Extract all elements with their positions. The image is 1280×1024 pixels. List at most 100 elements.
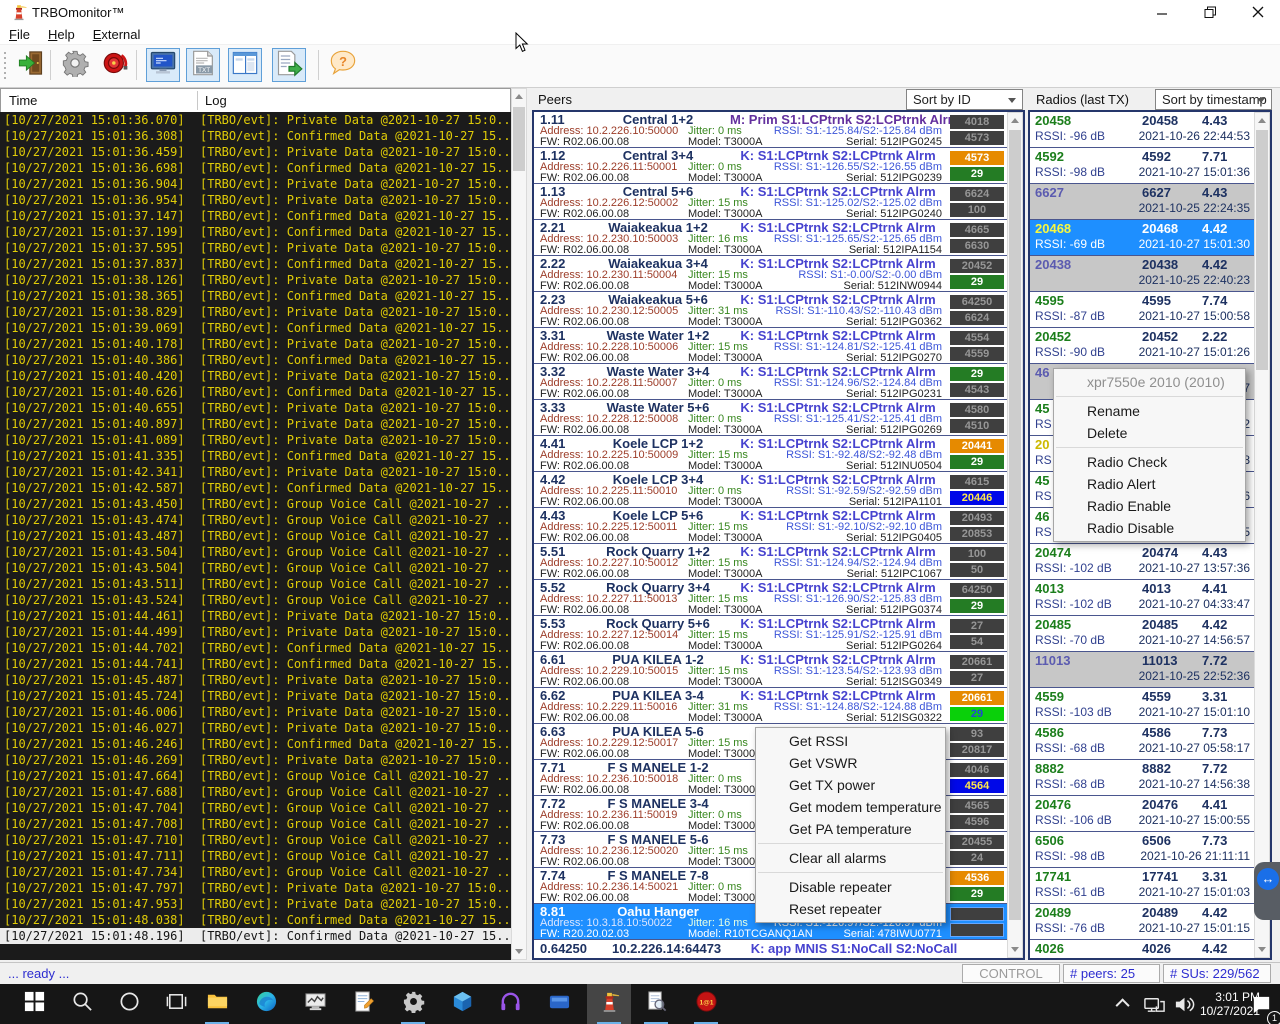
peer-row[interactable]: 2.23Waiakeakua 5+6K: S1:LCPtrnk S2:LCPtr…	[534, 292, 1007, 328]
action-center-icon[interactable]: 1	[1244, 984, 1278, 1024]
log-row[interactable]: [10/27/2021 15:01:36.459][TRBO/evt]: Pri…	[0, 144, 511, 160]
log-row[interactable]: [10/27/2021 15:01:38.829][TRBO/evt]: Pri…	[0, 304, 511, 320]
log-row[interactable]: [10/27/2021 15:01:46.269][TRBO/evt]: Pri…	[0, 752, 511, 768]
scroll-down-icon[interactable]	[1255, 942, 1269, 957]
scroll-up-icon[interactable]	[1008, 113, 1022, 128]
scroll-down-icon[interactable]	[1008, 942, 1022, 957]
log-row[interactable]: [10/27/2021 15:01:43.504][TRBO/evt]: Gro…	[0, 544, 511, 560]
log-row[interactable]: [10/27/2021 15:01:47.708][TRBO/evt]: Gro…	[0, 816, 511, 832]
log-row[interactable]: [10/27/2021 15:01:42.341][TRBO/evt]: Pri…	[0, 464, 511, 480]
control-button[interactable]: CONTROL	[962, 964, 1060, 983]
scroll-up-icon[interactable]	[1255, 113, 1269, 128]
trbomonitor-app[interactable]	[587, 984, 631, 1024]
context-menu-item[interactable]: Radio Check	[1054, 451, 1245, 473]
peer-row[interactable]: 6.61PUA KILEA 1-2K: S1:LCPtrnk S2:LCPtrn…	[534, 652, 1007, 688]
log-row[interactable]: [10/27/2021 15:01:43.511][TRBO/evt]: Gro…	[0, 576, 511, 592]
log-row[interactable]: [10/27/2021 15:01:47.688][TRBO/evt]: Gro…	[0, 784, 511, 800]
log-row[interactable]: [10/27/2021 15:01:47.797][TRBO/evt]: Pri…	[0, 880, 511, 896]
log-scrollbar[interactable]	[511, 88, 527, 960]
log-row[interactable]: [10/27/2021 15:01:40.420][TRBO/evt]: Pri…	[0, 368, 511, 384]
log-row[interactable]: [10/27/2021 15:01:36.698][TRBO/evt]: Con…	[0, 160, 511, 176]
peer-row[interactable]: 1.12Central 3+4K: S1:LCPtrnk S2:LCPtrnk …	[534, 148, 1007, 184]
peer-row[interactable]: 5.51Rock Quarry 1+2K: S1:LCPtrnk S2:LCPt…	[534, 544, 1007, 580]
radios-scroll-thumb[interactable]	[1256, 130, 1268, 370]
text-log-button[interactable]: TXT	[186, 48, 220, 82]
log-row[interactable]: [10/27/2021 15:01:40.178][TRBO/evt]: Pri…	[0, 336, 511, 352]
remote-access-side-tab[interactable]: ↔	[1254, 862, 1280, 920]
radio-row[interactable]: 20474204744.43RSSI: -102 dB2021-10-27 13…	[1030, 544, 1254, 580]
radio-row[interactable]: 17741177413.31RSSI: -61 dB2021-10-27 15:…	[1030, 868, 1254, 904]
log-row[interactable]: [10/27/2021 15:01:37.837][TRBO/evt]: Con…	[0, 256, 511, 272]
log-row[interactable]: [10/27/2021 15:01:48.196][TRBO/evt]: Con…	[0, 928, 511, 944]
context-menu-item[interactable]: Get RSSI	[756, 730, 945, 752]
radio-row[interactable]: 401340134.41RSSI: -102 dB2021-10-27 04:3…	[1030, 580, 1254, 616]
menu-item-help[interactable]: Help	[39, 24, 84, 45]
context-menu-item[interactable]: Delete	[1054, 422, 1245, 444]
log-row[interactable]: [10/27/2021 15:01:47.734][TRBO/evt]: Gro…	[0, 864, 511, 880]
peer-row[interactable]: 5.52Rock Quarry 3+4K: S1:LCPtrnk S2:LCPt…	[534, 580, 1007, 616]
peer-row[interactable]: 4.42Koele LCP 3+4K: S1:LCPtrnk S2:LCPtrn…	[534, 472, 1007, 508]
notes-app[interactable]	[341, 984, 385, 1024]
radio-row[interactable]: 20485204854.42RSSI: -70 dB2021-10-27 14:…	[1030, 616, 1254, 652]
log-row[interactable]: [10/27/2021 15:01:36.954][TRBO/evt]: Pri…	[0, 192, 511, 208]
context-menu-item[interactable]: Get TX power	[756, 774, 945, 796]
settings-app[interactable]	[391, 984, 435, 1024]
radios-sort-dropdown[interactable]: Sort by timestamp	[1155, 89, 1272, 110]
radio-row[interactable]: 455945593.31RSSI: -103 dB2021-10-27 15:0…	[1030, 688, 1254, 724]
toolbar-drag-handle[interactable]	[4, 52, 6, 80]
context-menu-item[interactable]: Get VSWR	[756, 752, 945, 774]
radio-row[interactable]: 458645867.73RSSI: -68 dB2021-10-27 05:58…	[1030, 724, 1254, 760]
context-menu-item[interactable]: Clear all alarms	[756, 847, 945, 869]
radio-row[interactable]: 662766274.432021-10-25 22:24:35	[1030, 184, 1254, 220]
log-row[interactable]: [10/27/2021 15:01:42.587][TRBO/evt]: Con…	[0, 480, 511, 496]
volume-icon[interactable]	[1170, 984, 1198, 1024]
peers-sort-dropdown[interactable]: Sort by ID	[906, 89, 1023, 110]
log-row[interactable]: [10/27/2021 15:01:40.626][TRBO/evt]: Con…	[0, 384, 511, 400]
peer-row[interactable]: 4.43Koele LCP 5+6K: S1:LCPtrnk S2:LCPtrn…	[534, 508, 1007, 544]
menu-item-external[interactable]: External	[84, 24, 150, 45]
headset-app[interactable]	[488, 984, 532, 1024]
peer-row[interactable]: 3.31Waste Water 1+2K: S1:LCPtrnk S2:LCPt…	[534, 328, 1007, 364]
performance-monitor-app[interactable]	[293, 984, 337, 1024]
log-row[interactable]: [10/27/2021 15:01:36.070][TRBO/evt]: Pri…	[0, 112, 511, 128]
radio-row[interactable]: 20476204764.41RSSI: -106 dB2021-10-27 15…	[1030, 796, 1254, 832]
scroll-up-icon[interactable]	[512, 89, 526, 104]
log-scroll-thumb[interactable]	[513, 107, 525, 171]
peer-row[interactable]: 2.21Waiakeakua 1+2K: S1:LCPtrnk S2:LCPtr…	[534, 220, 1007, 256]
log-row[interactable]: [10/27/2021 15:01:47.711][TRBO/evt]: Gro…	[0, 848, 511, 864]
log-column-divider[interactable]	[197, 91, 198, 110]
log-row[interactable]: [10/27/2021 15:01:39.069][TRBO/evt]: Con…	[0, 320, 511, 336]
log-row[interactable]: [10/27/2021 15:01:38.365][TRBO/evt]: Con…	[0, 288, 511, 304]
settings-button[interactable]	[58, 48, 92, 82]
log-row[interactable]: [10/27/2021 15:01:41.089][TRBO/evt]: Pri…	[0, 432, 511, 448]
peers-scroll-thumb[interactable]	[1009, 130, 1021, 920]
log-row[interactable]: [10/27/2021 15:01:45.724][TRBO/evt]: Pri…	[0, 688, 511, 704]
context-menu-item[interactable]: Get modem temperature	[756, 796, 945, 818]
log-row[interactable]: [10/27/2021 15:01:44.461][TRBO/evt]: Pri…	[0, 608, 511, 624]
log-row[interactable]: [10/27/2021 15:01:43.487][TRBO/evt]: Gro…	[0, 528, 511, 544]
peer-row[interactable]: 3.33Waste Water 5+6K: S1:LCPtrnk S2:LCPt…	[534, 400, 1007, 436]
log-row[interactable]: [10/27/2021 15:01:37.147][TRBO/evt]: Con…	[0, 208, 511, 224]
alarm-button[interactable]	[98, 48, 132, 82]
remote-access-icon[interactable]: ↔	[1257, 868, 1279, 890]
log-row[interactable]: [10/27/2021 15:01:43.504][TRBO/evt]: Gro…	[0, 560, 511, 576]
log-row[interactable]: [10/27/2021 15:01:44.741][TRBO/evt]: Con…	[0, 656, 511, 672]
exit-button[interactable]	[14, 48, 48, 82]
context-menu-item[interactable]: Disable repeater	[756, 876, 945, 898]
log-row[interactable]: [10/27/2021 15:01:41.335][TRBO/evt]: Con…	[0, 448, 511, 464]
radios-scrollbar[interactable]	[1254, 112, 1270, 958]
scroll-down-icon[interactable]	[512, 944, 526, 959]
log-row[interactable]: [10/27/2021 15:01:46.006][TRBO/evt]: Pri…	[0, 704, 511, 720]
tat-app[interactable]: 1@1	[684, 984, 728, 1024]
log-row[interactable]: [10/27/2021 15:01:47.953][TRBO/evt]: Pri…	[0, 896, 511, 912]
radio-row[interactable]: 888288827.72RSSI: -68 dB2021-10-27 14:56…	[1030, 760, 1254, 796]
log-row[interactable]: [10/27/2021 15:01:37.199][TRBO/evt]: Con…	[0, 224, 511, 240]
log-row[interactable]: [10/27/2021 15:01:43.450][TRBO/evt]: Gro…	[0, 496, 511, 512]
network-icon[interactable]	[1140, 984, 1168, 1024]
context-menu-item[interactable]: Reset repeater	[756, 898, 945, 920]
log-row[interactable]: [10/27/2021 15:01:40.386][TRBO/evt]: Con…	[0, 352, 511, 368]
radio-row[interactable]: 650665067.73RSSI: -98 dB2021-10-26 21:11…	[1030, 832, 1254, 868]
cortana-button[interactable]	[107, 984, 151, 1024]
log-row[interactable]: [10/27/2021 15:01:40.655][TRBO/evt]: Pri…	[0, 400, 511, 416]
context-menu-item[interactable]: Radio Enable	[1054, 495, 1245, 517]
